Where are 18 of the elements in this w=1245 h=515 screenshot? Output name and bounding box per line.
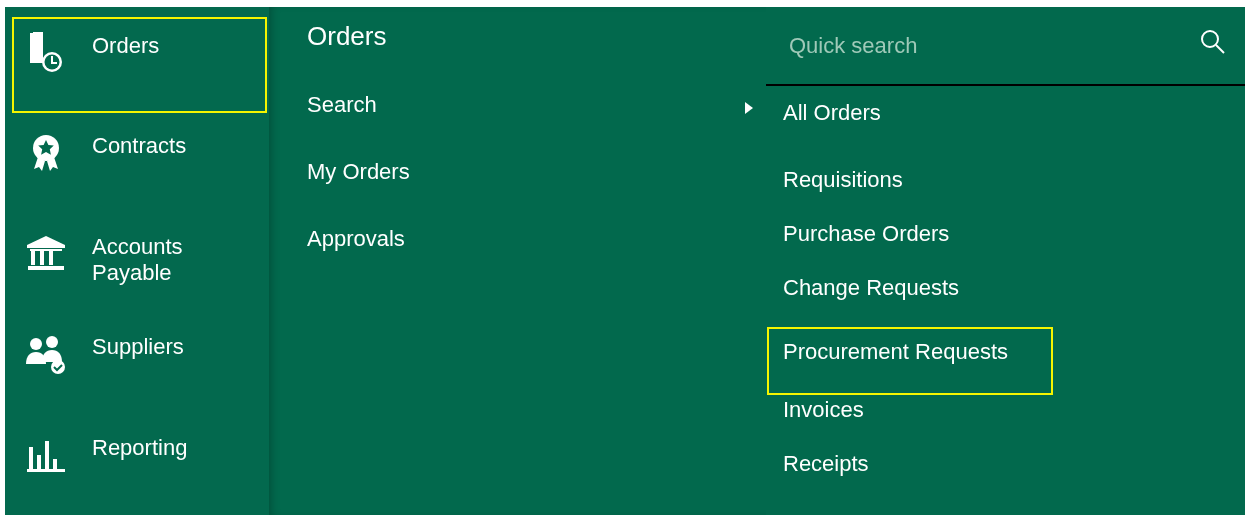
- submenu-item[interactable]: Purchase Orders: [767, 219, 1053, 273]
- submenu-item[interactable]: Invoices: [767, 395, 1053, 449]
- menu-item[interactable]: Search: [307, 92, 753, 159]
- submenu-item[interactable]: All Orders: [767, 98, 1053, 165]
- menu-item[interactable]: Approvals: [307, 226, 753, 293]
- sidebar-item[interactable]: Contracts: [12, 117, 267, 214]
- submenu-item[interactable]: Requisitions: [767, 165, 1053, 219]
- menu-item[interactable]: My Orders: [307, 159, 753, 226]
- search-icon: [1199, 27, 1227, 56]
- search-field[interactable]: Quick search: [789, 29, 1199, 62]
- submenu-item[interactable]: Change Requests: [767, 273, 1053, 327]
- sidebar-item[interactable]: Reporting: [12, 418, 267, 515]
- menu-title: Orders: [307, 21, 388, 51]
- submenu-item[interactable]: Procurement Requests: [767, 327, 1053, 395]
- sidebar-item[interactable]: Accounts Payable: [12, 217, 267, 315]
- sidebar-item[interactable]: Orders: [12, 17, 267, 114]
- sidebar-item[interactable]: Suppliers: [12, 318, 267, 415]
- submenu-item[interactable]: Receipts: [767, 449, 1053, 503]
